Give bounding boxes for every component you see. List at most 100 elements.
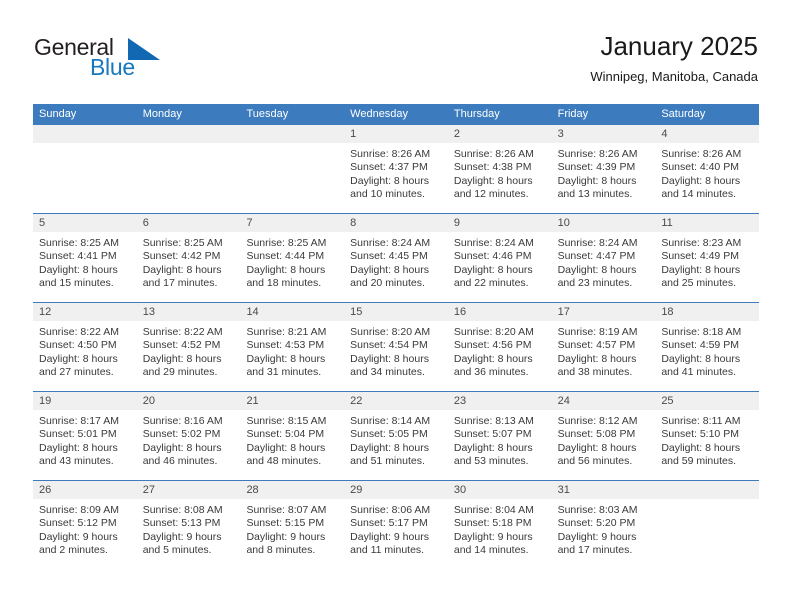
day-detail-line: Sunrise: 8:15 AM (246, 415, 327, 427)
day-detail-line: Daylight: 8 hours (39, 263, 118, 276)
day-number: 1 (344, 125, 448, 143)
day-cell[interactable]: 31 Sunrise: 8:03 AM Sunset: 5:20 PM Dayligh… (551, 481, 656, 569)
day-details: Sunrise: 8:26 AM Sunset: 4:39 PM Daylight:… (552, 143, 656, 202)
day-detail-line: Sunset: 4:52 PM (142, 339, 221, 352)
day-detail-line: Sunset: 5:13 PM (142, 517, 221, 530)
day-number: 20 (136, 392, 241, 410)
day-detail-line: Sunrise: 8:25 AM (246, 237, 327, 249)
day-cell[interactable]: 26 Sunrise: 8:09 AM Sunset: 5:12 PM Dayligh… (33, 481, 137, 569)
day-cell[interactable]: 1 Sunrise: 8:26 AM Sunset: 4:37 PM Daylight… (344, 125, 448, 213)
day-cell[interactable]: 24 Sunrise: 8:12 AM Sunset: 5:08 PM Dayligh… (551, 392, 656, 480)
day-detail-line: Sunset: 5:17 PM (350, 517, 428, 530)
day-number: 16 (447, 303, 552, 321)
day-detail-line: Daylight: 9 hours (350, 530, 429, 543)
day-detail-line: and 23 minutes. (557, 277, 633, 290)
day-details: Sunrise: 8:13 AM Sunset: 5:07 PM Daylight:… (448, 410, 552, 469)
day-cell[interactable]: 16 Sunrise: 8:20 AM Sunset: 4:56 PM Dayligh… (447, 303, 552, 391)
weekday-header-sunday: Sunday (39, 108, 77, 120)
day-detail-line: and 5 minutes. (142, 544, 212, 557)
day-cell[interactable]: 8 Sunrise: 8:24 AM Sunset: 4:45 PM Daylight… (344, 214, 448, 302)
day-detail-line: and 27 minutes. (39, 366, 114, 379)
day-cell[interactable]: 19 Sunrise: 8:17 AM Sunset: 5:01 PM Dayligh… (33, 392, 137, 480)
day-cell[interactable]: 30 Sunrise: 8:04 AM Sunset: 5:18 PM Dayligh… (447, 481, 552, 569)
day-number (136, 125, 241, 143)
day-cell[interactable]: 5 Sunrise: 8:25 AM Sunset: 4:41 PM Daylight… (33, 214, 137, 302)
day-cell[interactable]: 12 Sunrise: 8:22 AM Sunset: 4:50 PM Dayligh… (33, 303, 137, 391)
day-number (240, 125, 345, 143)
day-detail-line: Sunrise: 8:26 AM (453, 148, 534, 160)
day-details: Sunrise: 8:18 AM Sunset: 4:59 PM Daylight:… (655, 321, 759, 380)
day-details: Sunrise: 8:22 AM Sunset: 4:52 PM Daylight:… (137, 321, 241, 380)
day-cell[interactable]: 17 Sunrise: 8:19 AM Sunset: 4:57 PM Dayligh… (551, 303, 656, 391)
day-cell[interactable]: 7 Sunrise: 8:25 AM Sunset: 4:44 PM Daylight… (240, 214, 345, 302)
day-number: 24 (551, 392, 656, 410)
day-detail-line: Sunrise: 8:07 AM (246, 504, 327, 516)
day-detail-line: and 18 minutes. (246, 277, 322, 290)
day-detail-line: Sunset: 4:56 PM (453, 339, 532, 352)
day-cell[interactable]: 21 Sunrise: 8:15 AM Sunset: 5:04 PM Dayligh… (240, 392, 345, 480)
day-details: Sunrise: 8:11 AM Sunset: 5:10 PM Daylight:… (655, 410, 759, 469)
day-details: Sunrise: 8:17 AM Sunset: 5:01 PM Daylight:… (33, 410, 137, 469)
day-detail-line: and 34 minutes. (350, 366, 425, 379)
day-detail-line: and 43 minutes. (39, 455, 114, 468)
calendar-week-row: 26 Sunrise: 8:09 AM Sunset: 5:12 PM Dayligh… (33, 480, 760, 569)
day-detail-line: Daylight: 8 hours (661, 441, 741, 454)
day-cell[interactable]: 2 Sunrise: 8:26 AM Sunset: 4:38 PM Daylight… (447, 125, 552, 213)
day-cell[interactable]: 20 Sunrise: 8:16 AM Sunset: 5:02 PM Dayligh… (136, 392, 241, 480)
general-blue-logo[interactable]: General Blue (34, 34, 164, 82)
day-detail-line: Daylight: 8 hours (661, 352, 741, 365)
day-detail-line: Daylight: 8 hours (453, 174, 533, 187)
day-cell[interactable]: 14 Sunrise: 8:21 AM Sunset: 4:53 PM Dayligh… (240, 303, 345, 391)
title-block: January 2025 Winnipeg, Manitoba, Canada (590, 30, 758, 85)
day-detail-line: and 13 minutes. (557, 188, 633, 201)
day-detail-line: Sunrise: 8:13 AM (453, 415, 534, 427)
day-detail-line: Sunrise: 8:04 AM (453, 504, 534, 516)
day-detail-line: Sunrise: 8:12 AM (557, 415, 638, 427)
day-cell-empty (33, 125, 137, 213)
day-cell[interactable]: 11 Sunrise: 8:23 AM Sunset: 4:49 PM Dayligh… (655, 214, 760, 302)
day-detail-line: and 10 minutes. (350, 188, 425, 201)
day-cell[interactable]: 6 Sunrise: 8:25 AM Sunset: 4:42 PM Daylight… (136, 214, 241, 302)
day-cell[interactable]: 18 Sunrise: 8:18 AM Sunset: 4:59 PM Dayligh… (655, 303, 760, 391)
day-number: 7 (240, 214, 345, 232)
day-cell[interactable]: 29 Sunrise: 8:06 AM Sunset: 5:17 PM Dayligh… (344, 481, 448, 569)
day-detail-line: Sunrise: 8:24 AM (557, 237, 638, 249)
calendar-week-row: 12 Sunrise: 8:22 AM Sunset: 4:50 PM Dayligh… (33, 302, 760, 391)
calendar-page: General Blue January 2025 Winnipeg, Mani… (0, 0, 792, 612)
day-detail-line: Sunrise: 8:26 AM (557, 148, 638, 160)
week-cells: 19 Sunrise: 8:17 AM Sunset: 5:01 PM Dayligh… (33, 392, 760, 480)
weekday-header-wednesday: Wednesday (350, 108, 409, 120)
day-cell[interactable]: 10 Sunrise: 8:24 AM Sunset: 4:47 PM Dayligh… (551, 214, 656, 302)
day-detail-line: Sunrise: 8:16 AM (142, 415, 223, 427)
day-cell[interactable]: 25 Sunrise: 8:11 AM Sunset: 5:10 PM Dayligh… (655, 392, 760, 480)
day-detail-line: Sunset: 5:05 PM (350, 428, 428, 441)
day-cell[interactable]: 28 Sunrise: 8:07 AM Sunset: 5:15 PM Dayligh… (240, 481, 345, 569)
day-number: 3 (551, 125, 656, 143)
day-detail-line: and 29 minutes. (142, 366, 218, 379)
day-details: Sunrise: 8:25 AM Sunset: 4:44 PM Daylight:… (240, 232, 344, 291)
day-number: 5 (33, 214, 137, 232)
day-detail-line: Sunrise: 8:20 AM (350, 326, 431, 338)
day-cell[interactable]: 27 Sunrise: 8:08 AM Sunset: 5:13 PM Dayligh… (136, 481, 241, 569)
day-detail-line: Daylight: 8 hours (246, 352, 326, 365)
day-cell[interactable]: 13 Sunrise: 8:22 AM Sunset: 4:52 PM Dayligh… (136, 303, 241, 391)
day-detail-line: Daylight: 9 hours (453, 530, 533, 543)
day-cell[interactable]: 15 Sunrise: 8:20 AM Sunset: 4:54 PM Dayligh… (344, 303, 448, 391)
day-detail-line: Sunrise: 8:11 AM (661, 415, 741, 427)
logo-text-blue: Blue (90, 54, 135, 80)
day-cell[interactable]: 4 Sunrise: 8:26 AM Sunset: 4:40 PM Daylight… (655, 125, 760, 213)
weekday-header-row: Sunday Monday Tuesday Wednesday Thursday Frid… (33, 104, 759, 125)
day-number: 27 (136, 481, 241, 499)
day-detail-line: Daylight: 8 hours (557, 174, 637, 187)
day-detail-line: Sunset: 4:44 PM (246, 250, 325, 263)
page-header: General Blue January 2025 Winnipeg, Mani… (0, 0, 792, 100)
day-cell[interactable]: 3 Sunrise: 8:26 AM Sunset: 4:39 PM Daylight… (551, 125, 656, 213)
day-cell[interactable]: 22 Sunrise: 8:14 AM Sunset: 5:05 PM Dayligh… (344, 392, 448, 480)
day-number (655, 481, 760, 499)
day-cell[interactable]: 9 Sunrise: 8:24 AM Sunset: 4:46 PM Daylight… (447, 214, 552, 302)
day-detail-line: Daylight: 8 hours (453, 263, 533, 276)
day-detail-line: and 14 minutes. (661, 188, 737, 201)
day-detail-line: and 14 minutes. (453, 544, 529, 557)
day-cell[interactable]: 23 Sunrise: 8:13 AM Sunset: 5:07 PM Dayligh… (447, 392, 552, 480)
day-number: 19 (33, 392, 137, 410)
